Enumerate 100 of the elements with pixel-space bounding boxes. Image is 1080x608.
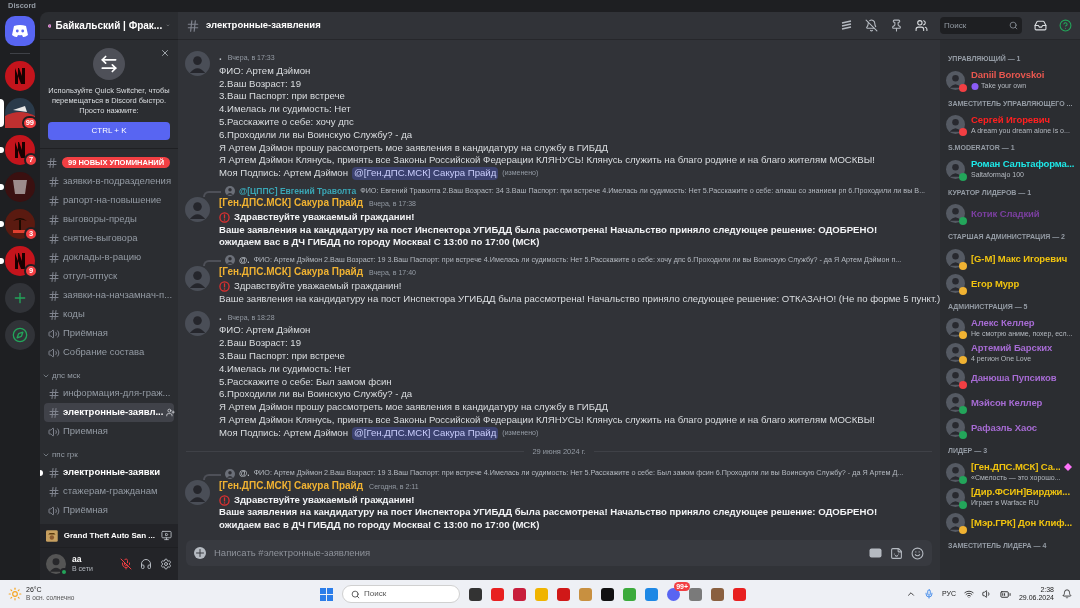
message-text: Здравствуйте уважаемый гражданин!	[234, 493, 415, 507]
user-mention[interactable]: @[Ген.ДПС.МСК] Сакура Прайд	[352, 167, 499, 180]
member-avatar[interactable]	[946, 393, 965, 412]
pin-icon[interactable]	[890, 19, 903, 32]
emoji-icon[interactable]	[911, 546, 924, 560]
members-icon[interactable]	[915, 19, 928, 32]
channel-item[interactable]: электронные-заявл...	[44, 403, 174, 422]
volume-icon[interactable]	[981, 589, 992, 599]
message-author[interactable]: .	[219, 51, 222, 64]
taskbar-search-field[interactable]: Поиск	[342, 585, 460, 603]
message-author[interactable]: [Ген.ДПС.МСК] Сакура Прайд	[219, 266, 364, 279]
channel-item[interactable]: Приемная	[44, 422, 174, 441]
member-avatar[interactable]	[946, 318, 965, 337]
close-icon[interactable]	[160, 48, 170, 58]
discover-button[interactable]	[5, 320, 35, 350]
channel-item[interactable]: выговоры-преды	[44, 210, 174, 229]
channel-item[interactable]: заявки-в-подразделения	[44, 172, 174, 191]
tray-chevron-icon[interactable]	[905, 589, 916, 599]
channel-name: Приемная	[63, 424, 108, 439]
message-input[interactable]: Написать #электронные-заявления	[186, 540, 932, 566]
notifications-icon[interactable]	[1062, 589, 1072, 599]
channel-category[interactable]: дпс мск	[40, 362, 178, 384]
message-text: Ваше заявления на кандидатуру на пост Инспектора УГИБДД была рассмотрена! Начальство приняло следующее решение: ОДОБРЕНО!	[219, 223, 878, 237]
channel-item[interactable]: коды	[44, 305, 174, 324]
reply-avatar[interactable]	[225, 186, 235, 196]
reply-author[interactable]: @.	[239, 253, 250, 267]
server-icon[interactable]	[5, 246, 35, 276]
member-avatar[interactable]	[946, 115, 965, 134]
member-avatar[interactable]	[946, 512, 965, 532]
headphones-icon[interactable]	[140, 558, 152, 570]
member-avatar[interactable]	[946, 159, 965, 179]
message-author[interactable]: .	[219, 310, 222, 324]
member-avatar[interactable]	[946, 204, 965, 223]
activity-panel[interactable]: Grand Theft Auto San ...	[40, 524, 178, 548]
server-icon[interactable]	[5, 98, 35, 128]
server-icon[interactable]	[5, 209, 35, 239]
member-item[interactable]: Данюша Пупсиков	[940, 365, 1080, 390]
channel-item[interactable]: информация-для-граж...	[44, 384, 174, 403]
member-item[interactable]: Рафаэль Хаос	[940, 415, 1080, 440]
channel-item[interactable]: снятие-выговора	[44, 229, 174, 248]
reply-author[interactable]: @[ЦППС] Евгений Траволта	[239, 184, 357, 198]
muted-mic-icon[interactable]	[120, 558, 132, 570]
settings-icon[interactable]	[160, 558, 172, 570]
taskbar-app-icon[interactable]	[601, 587, 614, 601]
stream-icon[interactable]	[161, 530, 172, 541]
channel-item[interactable]: отгул-отпуск	[44, 267, 174, 286]
sticker-icon[interactable]	[890, 546, 903, 560]
chevron-icon	[42, 372, 50, 380]
plus-icon[interactable]	[194, 547, 206, 559]
reply-avatar[interactable]	[225, 468, 235, 479]
reply-avatar[interactable]	[225, 255, 235, 266]
hash-icon	[48, 289, 60, 302]
invite-icon[interactable]	[166, 408, 176, 417]
message-author[interactable]: [Ген.ДПС.МСК] Сакура Прайд	[219, 479, 364, 493]
member-avatar[interactable]	[946, 487, 965, 507]
channel-item[interactable]: рапорт-на-повышение	[44, 191, 174, 210]
search-field[interactable]: Поиск	[940, 17, 1022, 34]
member-item[interactable]: Егор Мурр	[940, 270, 1080, 296]
message-text: Моя Подпись: Артем Дэймон	[219, 167, 348, 180]
windows-start-icon[interactable]	[320, 587, 333, 601]
member-avatar[interactable]	[946, 273, 965, 293]
home-button[interactable]	[5, 16, 35, 46]
channel-category[interactable]: ппс грк	[40, 441, 178, 463]
member-item[interactable]: [Мэр.ГРК] Дон Клиф...	[940, 509, 1080, 535]
channel-item[interactable]: доклады-в-рацию	[44, 248, 174, 267]
battery-icon[interactable]	[999, 588, 1011, 600]
message-text: ожидаем вас в ДЧ ГИБДД по городу Москва! С 13:00 по 17:00 (МСК)	[219, 519, 540, 532]
member-avatar[interactable]	[946, 462, 965, 482]
member-name: Роман Сальтаформа...	[971, 158, 1075, 169]
member-item[interactable]: [G-M] Макс Игоревич	[940, 245, 1080, 271]
member-item[interactable]: Мэйсон Келлер	[940, 390, 1080, 415]
inbox-icon[interactable]	[1034, 19, 1047, 32]
wifi-icon[interactable]	[963, 589, 974, 599]
hash-icon	[48, 485, 60, 498]
channel-item[interactable]: Собрание состава	[44, 343, 174, 362]
member-avatar[interactable]	[946, 368, 965, 387]
reply-author[interactable]: @.	[239, 467, 250, 481]
bell-off-icon[interactable]	[865, 19, 878, 32]
member-avatar[interactable]	[946, 343, 965, 362]
channel-item[interactable]: электронные-заявки	[44, 463, 174, 482]
help-icon[interactable]	[1059, 19, 1072, 32]
mic-icon[interactable]	[923, 589, 934, 599]
member-avatar[interactable]	[946, 248, 965, 268]
member-avatar[interactable]	[946, 418, 965, 437]
taskbar-app-icon[interactable]	[469, 587, 482, 601]
channel-name: отгул-отпуск	[63, 269, 118, 284]
message-author[interactable]: [Ген.ДПС.МСК] Сакура Прайд	[219, 197, 364, 210]
channel-item[interactable]: Приёмная	[44, 324, 174, 343]
user-mention[interactable]: @[Ген.ДПС.МСК] Сакура Прайд	[352, 426, 499, 440]
channel-item[interactable]: стажерам-гражданам	[44, 482, 174, 501]
gif-icon[interactable]	[869, 548, 882, 558]
message-text: ФИО: Артем Дэймон	[219, 324, 311, 338]
threads-icon[interactable]	[840, 19, 853, 32]
add-server-button[interactable]	[5, 283, 35, 313]
message-text: Здравствуйте уважаемый гражданин!	[234, 280, 402, 293]
channel-item[interactable]: заявки-на-начзамнач-п...	[44, 286, 174, 305]
member-avatar[interactable]	[946, 70, 965, 90]
shortcut-button[interactable]: CTRL + K	[48, 122, 170, 140]
user-avatar[interactable]	[46, 554, 66, 574]
channel-item[interactable]: Приёмная	[44, 501, 174, 520]
